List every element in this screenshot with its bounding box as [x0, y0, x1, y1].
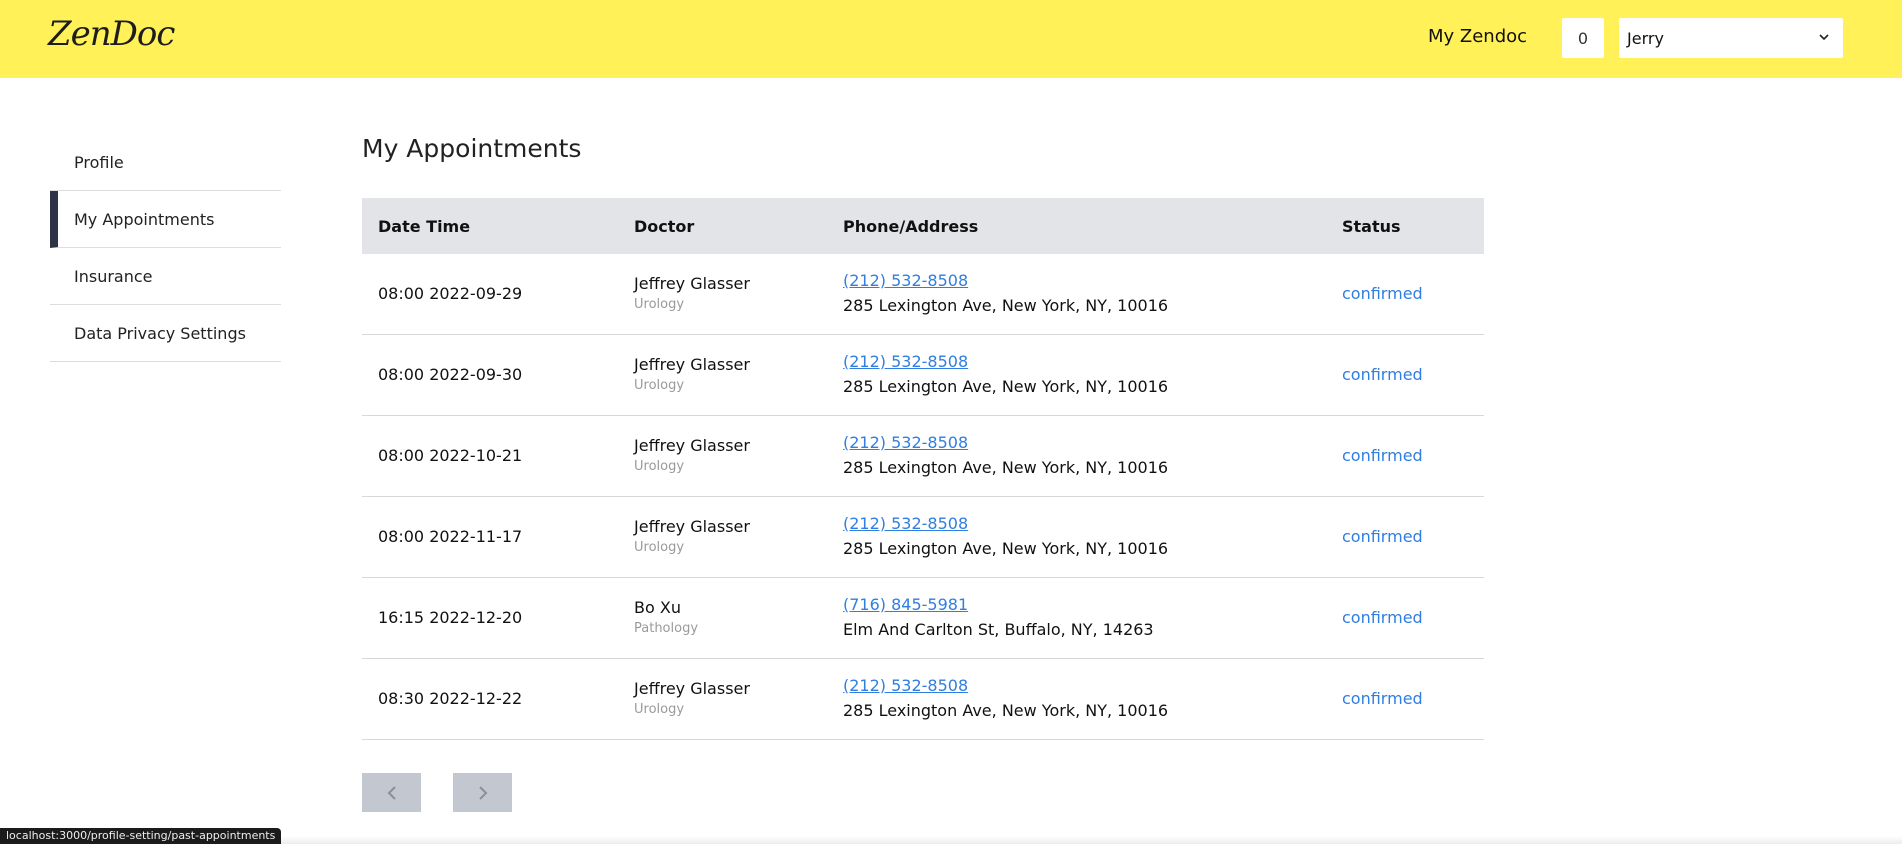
phone-link[interactable]: (212) 532-8508: [843, 271, 968, 290]
chevron-right-icon: [478, 785, 487, 800]
address: 285 Lexington Ave, New York, NY, 10016: [843, 296, 1169, 315]
zendoc-logo[interactable]: ZenDoc: [48, 14, 175, 54]
doctor-name: Jeffrey Glasser: [634, 274, 750, 293]
status-text: confirmed: [1342, 689, 1423, 708]
status-text: confirmed: [1342, 446, 1423, 465]
table-row: 08:00 2022-10-21 Jeffrey Glasser Urology…: [362, 416, 1484, 497]
phone-link[interactable]: (212) 532-8508: [843, 514, 968, 533]
table-row: 08:00 2022-09-30 Jeffrey Glasser Urology…: [362, 335, 1484, 416]
phone-link[interactable]: (212) 532-8508: [843, 676, 968, 695]
status-text: confirmed: [1342, 365, 1423, 384]
user-dropdown[interactable]: Jerry: [1619, 18, 1843, 58]
column-header-date-time: Date Time: [378, 216, 471, 236]
phone-link[interactable]: (716) 845-5981: [843, 595, 968, 614]
table-header: Date Time Doctor Phone/Address Status: [362, 198, 1484, 254]
status-text: confirmed: [1342, 527, 1423, 546]
sidebar-item-insurance[interactable]: Insurance: [50, 248, 281, 305]
doctor-name: Jeffrey Glasser: [634, 679, 750, 698]
chevron-down-icon: [1819, 34, 1829, 41]
sidebar-item-profile[interactable]: Profile: [50, 134, 281, 191]
table-row: 16:15 2022-12-20 Bo Xu Pathology (716) 8…: [362, 578, 1484, 659]
table-row: 08:30 2022-12-22 Jeffrey Glasser Urology…: [362, 659, 1484, 740]
table-row: 08:00 2022-09-29 Jeffrey Glasser Urology…: [362, 254, 1484, 335]
appointment-datetime: 08:00 2022-09-29: [378, 284, 523, 303]
doctor-name: Jeffrey Glasser: [634, 355, 750, 374]
doctor-specialty: Pathology: [634, 621, 699, 636]
doctor-specialty: Urology: [634, 459, 685, 474]
doctor-specialty: Urology: [634, 702, 685, 717]
table-row: 08:00 2022-11-17 Jeffrey Glasser Urology…: [362, 497, 1484, 578]
column-header-doctor: Doctor: [634, 216, 695, 236]
page-bottom-shadow: [0, 836, 1902, 844]
address: 285 Lexington Ave, New York, NY, 10016: [843, 377, 1169, 396]
status-text: confirmed: [1342, 284, 1423, 303]
appointment-datetime: 08:00 2022-11-17: [378, 527, 523, 546]
doctor-name: Bo Xu: [634, 598, 681, 617]
user-dropdown-value: Jerry: [1627, 28, 1664, 48]
page-title: My Appointments: [362, 134, 582, 163]
doctor-specialty: Urology: [634, 540, 685, 555]
sidebar-nav: Profile My Appointments Insurance Data P…: [50, 134, 281, 362]
phone-link[interactable]: (212) 532-8508: [843, 433, 968, 452]
doctor-specialty: Urology: [634, 378, 685, 393]
address: 285 Lexington Ave, New York, NY, 10016: [843, 701, 1169, 720]
doctor-specialty: Urology: [634, 297, 685, 312]
doctor-name: Jeffrey Glasser: [634, 436, 750, 455]
status-text: confirmed: [1342, 608, 1423, 627]
appointment-datetime: 08:00 2022-09-30: [378, 365, 523, 384]
doctor-name: Jeffrey Glasser: [634, 517, 750, 536]
notification-counter[interactable]: 0: [1562, 18, 1604, 58]
address: 285 Lexington Ave, New York, NY, 10016: [843, 539, 1169, 558]
address: 285 Lexington Ave, New York, NY, 10016: [843, 458, 1169, 477]
sidebar-item-data-privacy-settings[interactable]: Data Privacy Settings: [50, 305, 281, 362]
phone-link[interactable]: (212) 532-8508: [843, 352, 968, 371]
sidebar-item-my-appointments[interactable]: My Appointments: [50, 191, 281, 248]
top-header: ZenDoc My Zendoc 0 Jerry: [0, 0, 1902, 78]
appointment-datetime: 16:15 2022-12-20: [378, 608, 523, 627]
address: Elm And Carlton St, Buffalo, NY, 14263: [843, 620, 1154, 639]
column-header-status: Status: [1342, 216, 1401, 236]
next-page-button[interactable]: [453, 773, 512, 812]
previous-page-button[interactable]: [362, 773, 421, 812]
browser-status-url: localhost:3000/profile-setting/past-appo…: [0, 828, 282, 844]
appointments-table: Date Time Doctor Phone/Address Status 08…: [362, 198, 1484, 740]
chevron-left-icon: [387, 785, 396, 800]
my-zendoc-link[interactable]: My Zendoc: [1428, 26, 1527, 47]
appointment-datetime: 08:00 2022-10-21: [378, 446, 523, 465]
column-header-phone-address: Phone/Address: [843, 216, 979, 236]
appointment-datetime: 08:30 2022-12-22: [378, 689, 523, 708]
